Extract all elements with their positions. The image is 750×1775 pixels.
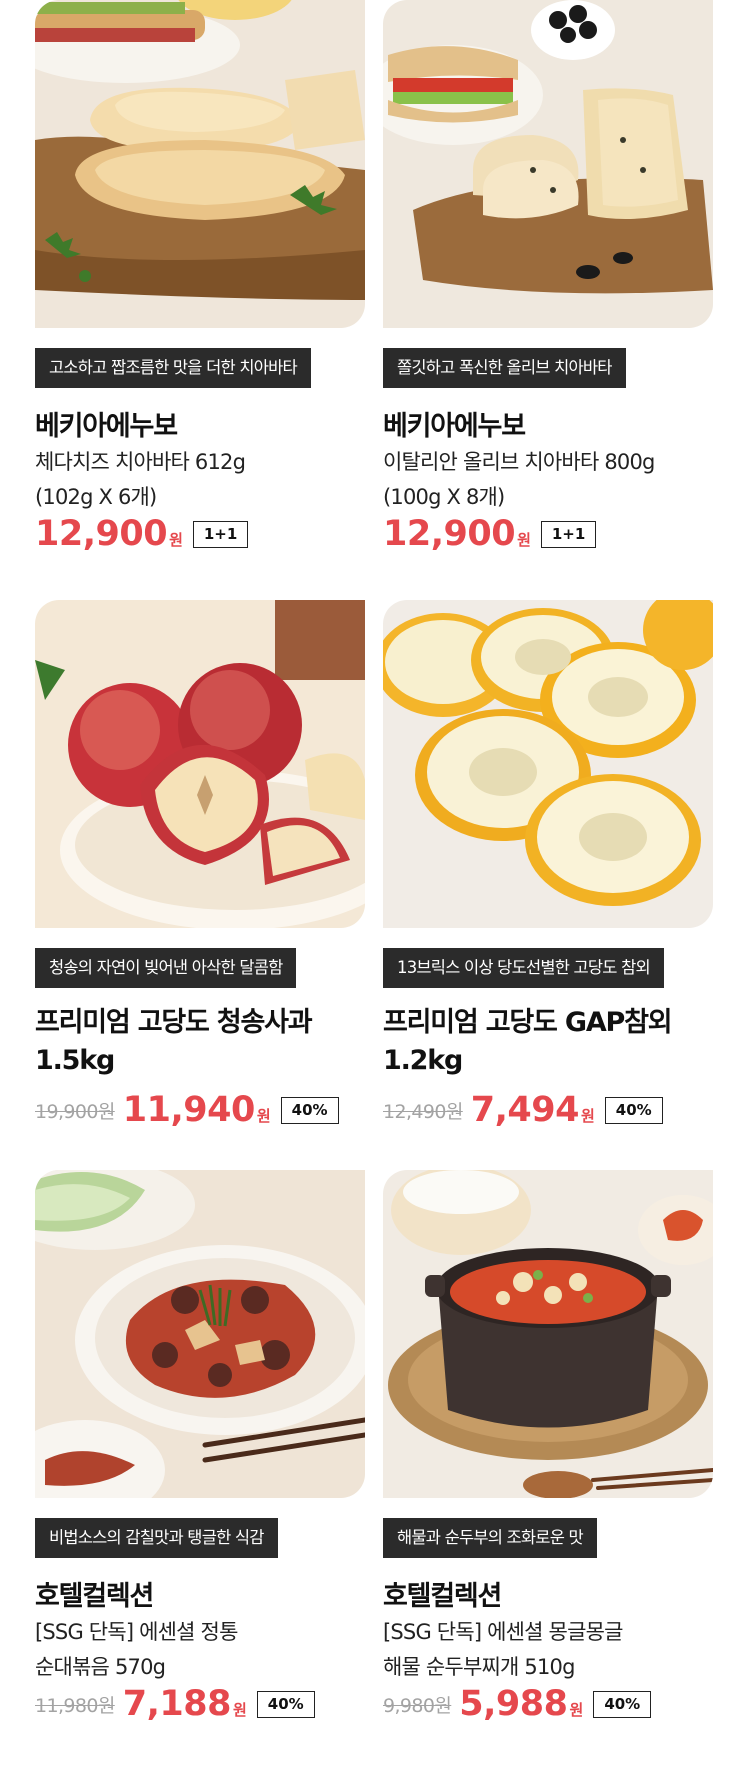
discount-badge: 40%: [604, 1096, 663, 1124]
product-name-line1: 이탈리안 올리브 치아바타 800g: [383, 450, 655, 474]
currency-label: 원: [517, 530, 531, 549]
product-image[interactable]: [35, 1170, 365, 1498]
price-row: 19,900원 11,940 원 40%: [35, 1090, 339, 1130]
product-name: 체다치즈 치아바타 612g (102g X 6개): [35, 445, 365, 515]
product-name-line1: [SSG 단독] 에센셜 몽글몽글: [383, 1620, 623, 1644]
product-name-line2: 1.5kg: [35, 1045, 115, 1076]
product-name: [SSG 단독] 에센셜 정통 순대볶음 570g: [35, 1615, 365, 1685]
original-price: 19,900원: [35, 1100, 115, 1123]
currency-label: 원: [569, 1700, 584, 1719]
product-card-2[interactable]: 쫄깃하고 폭신한 올리브 치아바타 베키아에누보 이탈리안 올리브 치아바타 8…: [383, 0, 713, 554]
product-name-line1: 체다치즈 치아바타 612g: [35, 450, 246, 474]
product-tagline: 13브릭스 이상 당도선별한 고당도 참외: [383, 948, 664, 988]
product-tagline: 고소하고 짭조름한 맛을 더한 치아바타: [35, 348, 311, 388]
discount-badge: 40%: [593, 1690, 652, 1718]
product-name: 프리미엄 고당도 청송사과 1.5kg: [35, 1004, 365, 1080]
product-name: [SSG 단독] 에센셜 몽글몽글 해물 순두부찌개 510g: [383, 1615, 713, 1685]
discount-badge: 40%: [256, 1690, 315, 1718]
product-name-line2: (100g X 8개): [383, 485, 505, 509]
product-tagline: 쫄깃하고 폭신한 올리브 치아바타: [383, 348, 626, 388]
product-image[interactable]: [383, 0, 713, 328]
product-name-line1: [SSG 단독] 에센셜 정통: [35, 1620, 238, 1644]
price-row: 12,900 원 1+1: [383, 514, 597, 554]
product-card-6[interactable]: 해물과 순두부의 조화로운 맛 호텔컬렉션 [SSG 단독] 에센셜 몽글몽글 …: [383, 1170, 713, 1724]
promo-badge: 1+1: [192, 520, 249, 548]
product-name-line2: 순대볶음 570g: [35, 1655, 166, 1679]
product-brand: 베키아에누보: [35, 411, 178, 442]
product-name-line2: 해물 순두부찌개 510g: [383, 1655, 575, 1679]
product-name: 프리미엄 고당도 GAP참외 1.2kg: [383, 1004, 713, 1080]
product-image[interactable]: [35, 600, 365, 928]
sale-price: 12,900: [35, 514, 168, 554]
product-card-3[interactable]: 청송의 자연이 빚어낸 아삭한 달콤함 프리미엄 고당도 청송사과 1.5kg …: [35, 600, 365, 1130]
price-row: 12,490원 7,494 원 40%: [383, 1090, 663, 1130]
product-name: 이탈리안 올리브 치아바타 800g (100g X 8개): [383, 445, 713, 515]
currency-label: 원: [580, 1106, 595, 1125]
product-image[interactable]: [383, 1170, 713, 1498]
product-name-line2: 1.2kg: [383, 1045, 463, 1076]
product-name-line2: (102g X 6개): [35, 485, 157, 509]
price-row: 9,980원 5,988 원 40%: [383, 1684, 652, 1724]
promo-badge: 1+1: [540, 520, 597, 548]
product-card-4[interactable]: 13브릭스 이상 당도선별한 고당도 참외 프리미엄 고당도 GAP참외 1.2…: [383, 600, 713, 1130]
product-tagline: 비법소스의 감칠맛과 탱글한 식감: [35, 1518, 278, 1558]
product-tagline: 청송의 자연이 빚어낸 아삭한 달콤함: [35, 948, 297, 988]
original-price: 9,980원: [383, 1694, 452, 1717]
currency-label: 원: [169, 530, 183, 549]
currency-label: 원: [232, 1700, 247, 1719]
price-row: 12,900 원 1+1: [35, 514, 249, 554]
product-tagline: 해물과 순두부의 조화로운 맛: [383, 1518, 597, 1558]
product-card-5[interactable]: 비법소스의 감칠맛과 탱글한 식감 호텔컬렉션 [SSG 단독] 에센셜 정통 …: [35, 1170, 365, 1724]
product-image[interactable]: [383, 600, 713, 928]
currency-label: 원: [256, 1106, 271, 1125]
sale-price: 5,988: [459, 1684, 568, 1724]
sale-price: 7,494: [470, 1090, 580, 1130]
product-image[interactable]: [35, 0, 365, 328]
sale-price: 7,188: [122, 1684, 232, 1724]
price-row: 11,980원 7,188 원 40%: [35, 1684, 315, 1724]
product-brand: 호텔컬렉션: [35, 1581, 154, 1612]
original-price: 12,490원: [383, 1100, 463, 1123]
discount-badge: 40%: [280, 1096, 339, 1124]
product-card-1[interactable]: 고소하고 짭조름한 맛을 더한 치아바타 베키아에누보 체다치즈 치아바타 61…: [35, 0, 365, 554]
product-name-line1: 프리미엄 고당도 GAP참외: [383, 1007, 673, 1038]
original-price: 11,980원: [35, 1694, 115, 1717]
sale-price: 11,940: [122, 1090, 256, 1130]
product-name-line1: 프리미엄 고당도 청송사과: [35, 1007, 313, 1038]
sale-price: 12,900: [383, 514, 516, 554]
product-brand: 호텔컬렉션: [383, 1581, 502, 1612]
product-brand: 베키아에누보: [383, 411, 526, 442]
